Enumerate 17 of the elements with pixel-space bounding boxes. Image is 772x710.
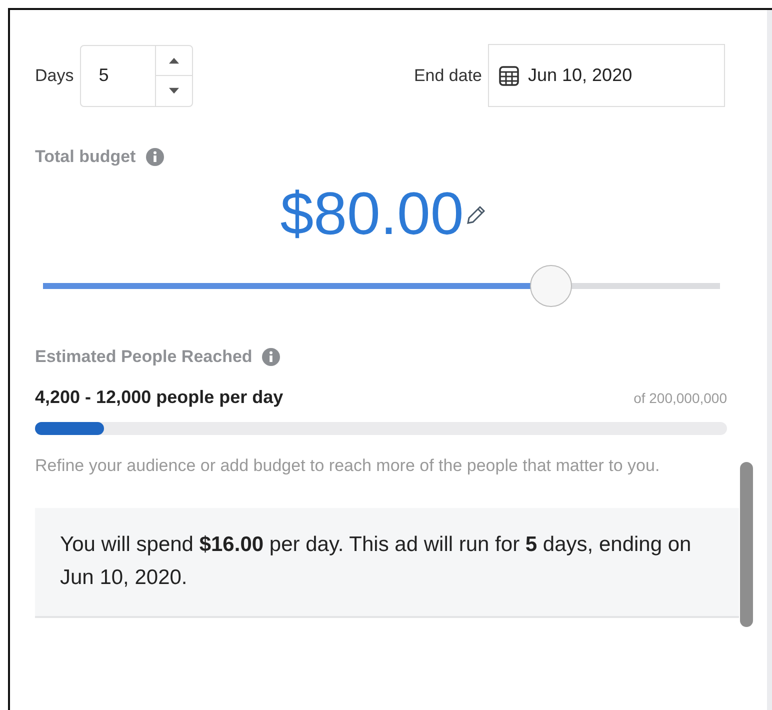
budget-amount: $80.00 <box>280 181 464 247</box>
reach-range: 4,200 - 12,000 people per day <box>35 387 284 408</box>
end-date-field[interactable]: Jun 10, 2020 <box>488 44 725 107</box>
days-label: Days <box>35 66 74 86</box>
info-icon[interactable] <box>262 348 280 366</box>
slider-handle[interactable] <box>530 265 572 307</box>
audience-total: of 200,000,000 <box>634 390 727 406</box>
days-stepper[interactable]: 5 <box>80 44 193 106</box>
end-date-label: End date <box>414 66 482 86</box>
estimated-reach-label: Estimated People Reached <box>35 347 252 367</box>
info-icon[interactable] <box>146 148 164 166</box>
calendar-icon <box>498 64 520 86</box>
budget-slider[interactable] <box>43 265 720 307</box>
reach-hint: Refine your audience or add budget to reach more of the people that matter to you. <box>35 455 661 477</box>
summary-text: You will spend $16.00 per day. This ad will run for 5 days, ending on Jun 10, 2020. <box>60 532 692 591</box>
total-budget-label: Total budget <box>35 147 136 167</box>
scrollbar[interactable] <box>740 462 753 627</box>
